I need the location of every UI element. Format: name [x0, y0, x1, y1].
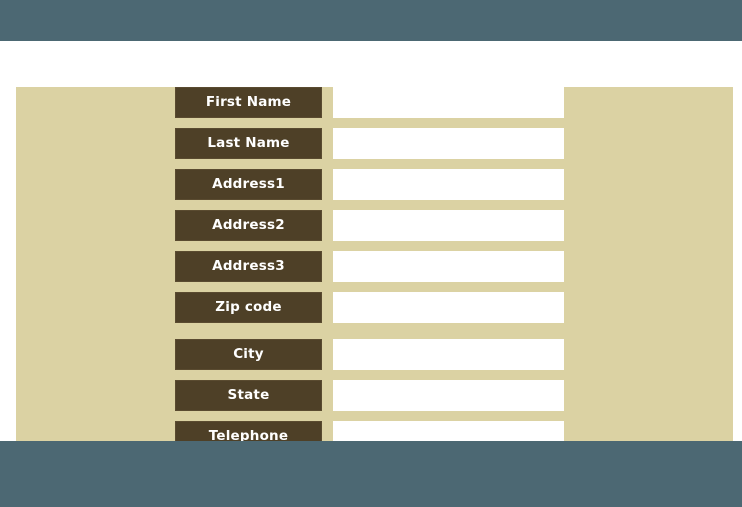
form-row: Address1: [16, 169, 733, 200]
address-form-panel: First Name Last Name Address1 Address2 Addre…: [16, 87, 733, 441]
field-label-last-name: Last Name: [175, 128, 322, 159]
form-row: First Name: [16, 87, 733, 118]
form-row: Last Name: [16, 128, 733, 159]
form-row: Address3: [16, 251, 733, 282]
field-label-zip-code: Zip code: [175, 292, 322, 323]
screenshot-stage: First Name Last Name Address1 Address2 Addre…: [0, 0, 742, 507]
field-label-address2: Address2: [175, 210, 322, 241]
field-label-city: City: [175, 339, 322, 370]
field-input-first-name[interactable]: [333, 87, 564, 118]
form-row: City: [16, 339, 733, 370]
field-label-state: State: [175, 380, 322, 411]
form-row: Address2: [16, 210, 733, 241]
field-label-address1: Address1: [175, 169, 322, 200]
form-row: State: [16, 380, 733, 411]
page-backdrop-bottom: [0, 441, 742, 507]
form-row: Zip code: [16, 292, 733, 323]
page-backdrop-top: [0, 0, 742, 41]
document-frame: First Name Last Name Address1 Address2 Addre…: [0, 41, 742, 441]
field-input-state[interactable]: [333, 380, 564, 411]
field-input-zip-code[interactable]: [333, 292, 564, 323]
field-label-first-name: First Name: [175, 87, 322, 118]
field-input-last-name[interactable]: [333, 128, 564, 159]
field-input-city[interactable]: [333, 339, 564, 370]
field-input-address3[interactable]: [333, 251, 564, 282]
field-label-address3: Address3: [175, 251, 322, 282]
field-input-address1[interactable]: [333, 169, 564, 200]
field-input-telephone[interactable]: [333, 421, 564, 441]
field-input-address2[interactable]: [333, 210, 564, 241]
form-row-list: First Name Last Name Address1 Address2 Addre…: [16, 87, 733, 441]
field-label-telephone: Telephone: [175, 421, 322, 441]
form-row: Telephone: [16, 421, 733, 441]
